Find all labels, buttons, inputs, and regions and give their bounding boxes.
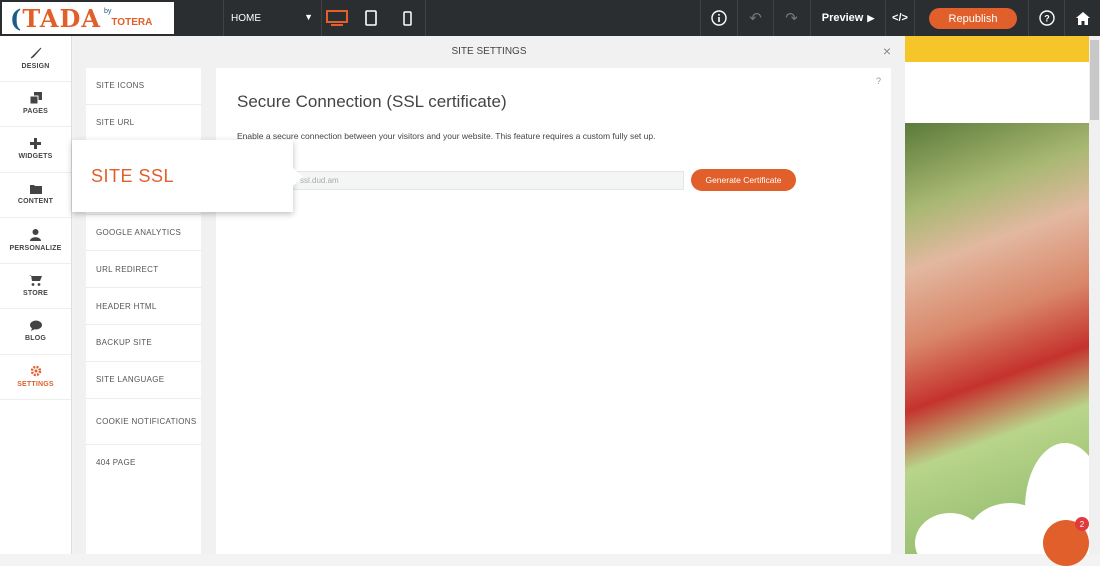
site-settings-panel: SITE SETTINGS × SITE ICONS SITE URL GOOG…	[73, 36, 905, 554]
panel-title: SITE SETTINGS	[451, 46, 527, 57]
generate-certificate-label: Generate Certificate	[705, 175, 782, 185]
sidebar-item-label: WIDGETS	[18, 153, 53, 161]
page-select-value: HOME	[231, 12, 261, 24]
sidebar-item-pages[interactable]: PAGES	[0, 82, 71, 127]
menu-item-url-redirect[interactable]: URL REDIRECT	[86, 251, 201, 289]
pages-icon	[29, 92, 42, 105]
ssl-description: Enable a secure connection between your …	[237, 131, 656, 141]
logo-by-text: by	[103, 8, 112, 15]
menu-item-404-page[interactable]: 404 PAGE	[86, 445, 201, 482]
svg-text:?: ?	[1044, 14, 1050, 24]
play-icon: ▶	[867, 12, 875, 23]
desktop-view-button[interactable]	[321, 0, 351, 36]
menu-item-cookie-notifications[interactable]: COOKIE NOTIFICATIONS	[86, 399, 201, 445]
info-icon	[711, 10, 727, 26]
menu-item-backup-site[interactable]: BACKUP SITE	[86, 325, 201, 362]
page-select[interactable]: HOME ▼	[223, 0, 321, 36]
tada-logo[interactable]: (TADA by TOTERA	[2, 2, 174, 34]
domain-field[interactable]: ssl.dud.am	[237, 171, 684, 190]
site-header-bar	[905, 36, 1090, 62]
menu-item-site-url[interactable]: SITE URL	[86, 105, 201, 142]
sidebar-item-personalize[interactable]: PERSONALIZE	[0, 218, 71, 264]
preview-label: Preview	[821, 12, 864, 24]
children-photo	[905, 123, 1100, 554]
gear-icon	[30, 366, 41, 377]
user-icon	[30, 228, 41, 241]
menu-item-google-analytics[interactable]: GOOGLE ANALYTICS	[86, 215, 201, 252]
sidebar-item-label: CONTENT	[17, 198, 54, 206]
brush-icon	[30, 47, 41, 59]
mobile-view-button[interactable]	[390, 0, 426, 36]
home-icon	[1075, 11, 1090, 25]
mobile-icon	[403, 10, 412, 26]
chevron-down-icon: ▼	[304, 12, 313, 22]
ssl-content: ? Secure Connection (SSL certificate) En…	[216, 68, 891, 554]
help-icon[interactable]: ?	[876, 76, 881, 86]
home-button[interactable]	[1064, 0, 1100, 36]
menu-item-site-language[interactable]: SITE LANGUAGE	[86, 362, 201, 399]
sidebar-item-label: STORE	[23, 289, 48, 297]
sidebar-item-widgets[interactable]: WIDGETS	[0, 127, 71, 173]
cart-icon	[29, 274, 42, 286]
info-button[interactable]	[700, 0, 737, 36]
chat-badge: 2	[1075, 517, 1089, 531]
page-title: Secure Connection (SSL certificate)	[237, 92, 507, 111]
undo-icon: ↶	[749, 10, 762, 27]
plus-icon	[30, 138, 41, 150]
menu-item-header-html[interactable]: HEADER HTML	[86, 288, 201, 325]
sidebar-item-label: DESIGN	[21, 62, 50, 70]
sidebar-item-blog[interactable]: BLOG	[0, 309, 71, 355]
code-button[interactable]: </>	[885, 0, 915, 36]
tablet-view-button[interactable]	[356, 0, 386, 36]
republish-label: Republish	[948, 12, 998, 25]
redo-icon: ↷	[785, 10, 798, 27]
chat-icon	[29, 320, 42, 332]
logo-brand-text: TOTERA	[111, 17, 153, 28]
code-icon: </>	[892, 12, 908, 24]
top-toolbar: (TADA by TOTERA HOME ▼ ↶ ↷ Preview ▶ </>…	[0, 0, 1100, 36]
left-sidebar: DESIGN PAGES WIDGETS CONTENT PERSONALIZE…	[0, 36, 72, 554]
undo-button[interactable]: ↶	[737, 0, 773, 36]
tablet-icon	[365, 10, 377, 26]
close-icon[interactable]: ×	[883, 43, 891, 59]
sidebar-item-content[interactable]: CONTENT	[0, 173, 71, 218]
help-icon: ?	[1038, 10, 1055, 26]
generate-certificate-button[interactable]: Generate Certificate	[691, 169, 796, 191]
preview-button[interactable]: Preview ▶	[810, 0, 885, 36]
sidebar-item-store[interactable]: STORE	[0, 264, 71, 309]
sidebar-item-label: BLOG	[24, 335, 47, 343]
republish-button[interactable]: Republish	[929, 8, 1017, 29]
redo-button[interactable]: ↷	[773, 0, 809, 36]
sidebar-item-label: PAGES	[23, 108, 48, 116]
sidebar-item-label: SETTINGS	[17, 381, 54, 389]
desktop-icon	[325, 10, 348, 26]
folder-icon	[29, 185, 42, 195]
logo-wordmark: (TADA	[10, 3, 101, 33]
site-preview	[905, 36, 1100, 554]
sidebar-item-label: PERSONALIZE	[9, 244, 62, 252]
menu-item-site-icons[interactable]: SITE ICONS	[86, 68, 201, 105]
tooltip-label: SITE SSL	[91, 165, 175, 186]
sidebar-item-settings[interactable]: SETTINGS	[0, 355, 71, 400]
site-ssl-tooltip: SITE SSL	[72, 140, 303, 212]
sidebar-item-design[interactable]: DESIGN	[0, 36, 71, 82]
scrollbar-thumb[interactable]	[1090, 40, 1099, 120]
help-button[interactable]: ?	[1028, 0, 1064, 36]
